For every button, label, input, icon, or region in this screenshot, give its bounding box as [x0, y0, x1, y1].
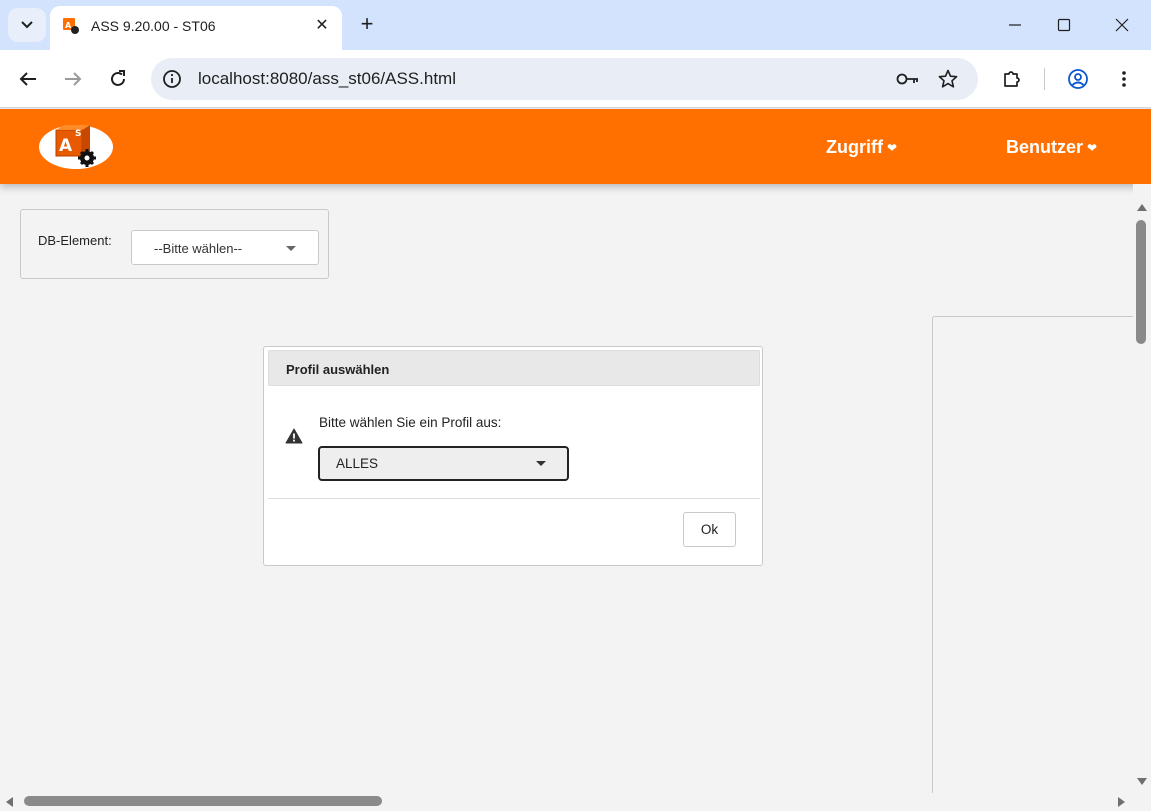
puzzle-icon — [1004, 71, 1020, 87]
horizontal-scroll-thumb[interactable] — [24, 796, 382, 806]
menu-benutzer[interactable]: Benutzer ❤ — [1006, 137, 1097, 158]
browser-tabstrip: A ASS 9.20.00 - ST06 ✕ + — [0, 0, 1151, 50]
arrow-left-icon — [19, 72, 36, 86]
db-element-select[interactable]: --Bitte wählen-- — [131, 230, 319, 265]
url-text[interactable]: localhost:8080/ass_st06/ASS.html — [198, 69, 456, 89]
dialog-message: Bitte wählen Sie ein Profil aus: — [319, 415, 502, 430]
right-panel — [932, 316, 1137, 811]
back-button[interactable] — [13, 64, 43, 94]
address-bar[interactable]: localhost:8080/ass_st06/ASS.html — [151, 58, 978, 100]
reload-icon — [111, 70, 125, 86]
close-tab-icon[interactable]: ✕ — [312, 16, 332, 36]
profile-select[interactable]: ALLES — [318, 446, 569, 481]
maximize-button[interactable] — [1049, 10, 1079, 40]
profile-dialog: Profil auswählen Bitte wählen Sie ein Pr… — [263, 346, 763, 566]
warning-icon — [285, 428, 303, 444]
bookmark-star-icon[interactable] — [936, 68, 960, 90]
db-element-label: DB-Element: — [38, 233, 112, 248]
chevron-down-icon — [21, 21, 33, 29]
chevron-heart-icon: ❤ — [1087, 140, 1098, 155]
dialog-title-bar[interactable]: Profil auswählen — [268, 350, 760, 386]
more-vert-icon — [1122, 71, 1126, 87]
new-tab-button[interactable]: + — [354, 12, 380, 38]
toolbar-divider — [1044, 68, 1045, 90]
minimize-button[interactable] — [1000, 10, 1030, 40]
minimize-icon — [1009, 24, 1021, 26]
menu-zugriff-label: Zugriff — [826, 137, 883, 157]
svg-text:A: A — [65, 21, 72, 30]
vertical-scrollbar[interactable] — [1133, 184, 1151, 811]
close-icon — [1115, 18, 1129, 32]
menu-benutzer-label: Benutzer — [1006, 137, 1084, 157]
dialog-divider — [268, 498, 760, 499]
ass-logo-icon[interactable]: A S — [38, 122, 116, 172]
forward-button[interactable] — [58, 64, 88, 94]
chevron-heart-icon: ❤ — [886, 140, 898, 155]
scroll-left-icon[interactable] — [6, 797, 13, 807]
db-element-panel: DB-Element: --Bitte wählen-- — [20, 209, 329, 279]
horizontal-scrollbar[interactable] — [0, 793, 1133, 811]
ok-button[interactable]: Ok — [683, 512, 736, 547]
tab-search-button[interactable] — [8, 8, 46, 42]
arrow-right-icon — [65, 72, 82, 86]
browser-toolbar: localhost:8080/ass_st06/ASS.html — [0, 50, 1151, 108]
scroll-down-icon[interactable] — [1137, 778, 1147, 785]
profile-selected: ALLES — [336, 456, 379, 471]
maximize-icon — [1057, 18, 1071, 32]
app-header: A S Zugriff ❤ Benutzer ❤ — [0, 109, 1151, 184]
menu-button[interactable] — [1109, 64, 1139, 94]
profile-button[interactable] — [1063, 64, 1093, 94]
tab-title: ASS 9.20.00 - ST06 — [91, 18, 216, 34]
page-content: A S Zugriff ❤ Benutzer ❤ DB-Element: --B… — [0, 109, 1151, 811]
reload-button[interactable] — [103, 64, 133, 94]
ass-favicon-icon: A — [63, 18, 79, 34]
browser-tab[interactable]: A ASS 9.20.00 - ST06 ✕ — [50, 6, 342, 50]
svg-text:A: A — [59, 136, 73, 156]
db-element-selected: --Bitte wählen-- — [154, 241, 243, 256]
close-window-button[interactable] — [1107, 10, 1137, 40]
caret-down-icon — [536, 461, 546, 466]
svg-text:S: S — [75, 129, 81, 139]
extensions-button[interactable] — [997, 64, 1027, 94]
scroll-up-icon[interactable] — [1137, 204, 1147, 211]
caret-down-icon — [286, 246, 296, 251]
account-icon — [1068, 69, 1088, 89]
dialog-title: Profil auswählen — [286, 362, 390, 377]
password-key-icon[interactable] — [896, 68, 920, 90]
vertical-scroll-thumb[interactable] — [1136, 220, 1146, 344]
scroll-right-icon[interactable] — [1118, 797, 1125, 807]
site-info-icon[interactable] — [161, 68, 183, 90]
menu-zugriff[interactable]: Zugriff ❤ — [826, 137, 897, 158]
